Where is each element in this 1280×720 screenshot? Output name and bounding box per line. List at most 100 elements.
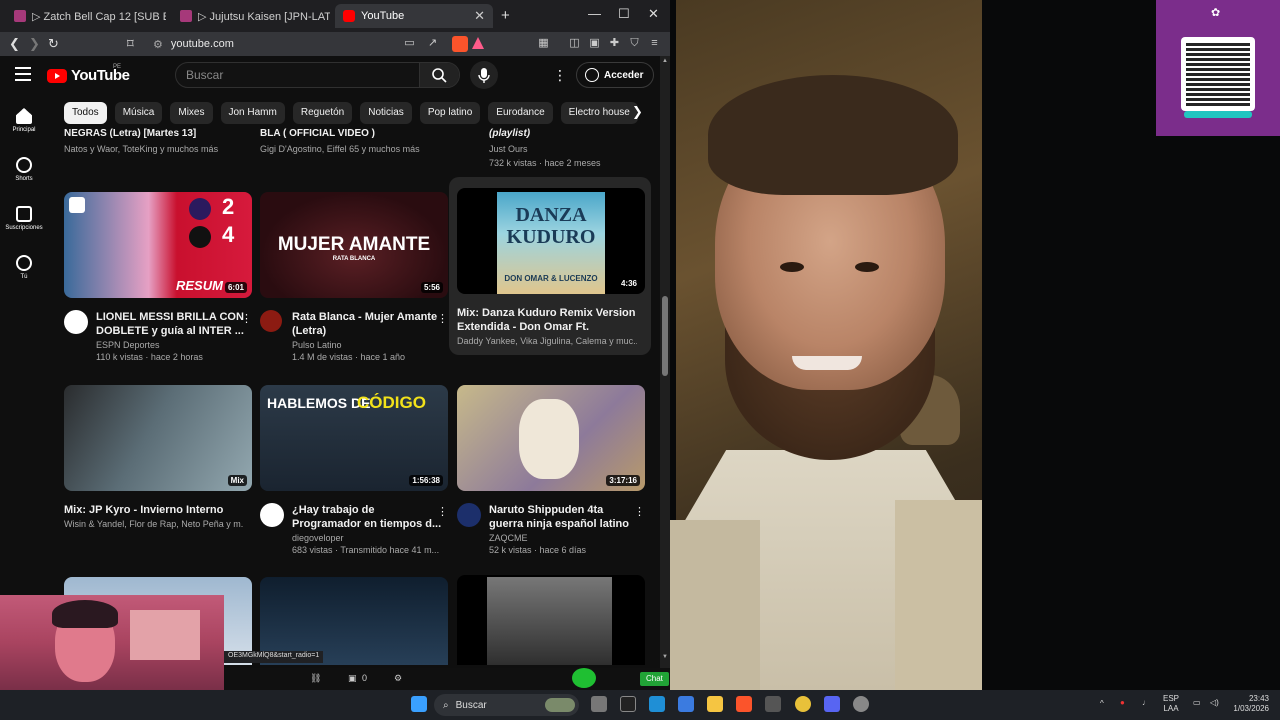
epic-games-icon[interactable] <box>620 696 636 712</box>
rail-item-shorts[interactable]: Shorts <box>0 157 48 182</box>
tray-app-icon[interactable]: ● <box>1120 698 1125 708</box>
task-view-icon[interactable] <box>591 696 607 712</box>
tab-youtube[interactable]: YouTube ✕ <box>335 4 493 28</box>
chevron-up-icon[interactable]: ^ <box>1100 699 1104 709</box>
video-channel[interactable]: Daddy Yankee, Vika Jigulina, Calema y mu… <box>457 336 637 346</box>
calculator-icon[interactable] <box>765 696 781 712</box>
video-thumbnail[interactable] <box>457 575 645 665</box>
video-channel[interactable]: Pulso Latino <box>292 340 442 350</box>
channel-avatar[interactable] <box>64 310 88 334</box>
network-icon[interactable]: ▭ <box>1193 698 1201 708</box>
sign-in-button[interactable]: Acceder <box>576 62 655 88</box>
language-indicator[interactable]: ESP LAA <box>1163 694 1179 714</box>
brave-shields-icon[interactable] <box>452 36 468 52</box>
video-thumbnail[interactable]: DANZA KUDURO DON OMAR & LUCENZO 4:36 <box>457 188 645 294</box>
settings-more-icon[interactable]: ⋮ <box>553 67 567 84</box>
forward-icon[interactable]: ❯ <box>29 36 40 52</box>
chrome-icon[interactable] <box>795 696 811 712</box>
tab-jujutsu-kaisen[interactable]: ▷ Jujutsu Kaisen [JPN-LAT-CAST][S <box>172 4 330 28</box>
chip-jon-hamm[interactable]: Jon Hamm <box>220 102 285 124</box>
gear-icon[interactable]: ⚙ <box>394 673 402 684</box>
video-thumbnail[interactable]: 2 4 RESUM 6:01 <box>64 192 252 298</box>
hamburger-menu-icon[interactable] <box>15 67 31 81</box>
chip-electro-house[interactable]: Electro house <box>560 102 638 124</box>
more-actions-icon[interactable]: ⋮ <box>241 312 252 325</box>
more-actions-icon[interactable]: ⋮ <box>437 505 448 518</box>
more-actions-icon[interactable]: ⋮ <box>634 505 645 518</box>
video-thumbnail[interactable]: HABLEMOS DE CÓDIGO 1:56:38 <box>260 385 448 491</box>
reload-icon[interactable]: ↻ <box>48 36 59 52</box>
chip-mixes[interactable]: Mixes <box>170 102 213 124</box>
clock[interactable]: 23:43 1/03/2026 <box>1227 694 1269 714</box>
share-icon[interactable]: ↗ <box>426 37 439 50</box>
file-explorer-icon[interactable] <box>707 696 723 712</box>
brave-rewards-icon[interactable] <box>472 37 484 49</box>
start-icon[interactable] <box>411 696 427 712</box>
scroll-down-icon[interactable]: ▼ <box>662 654 668 660</box>
maximize-icon[interactable]: ☐ <box>618 6 630 22</box>
channel-avatar[interactable] <box>260 503 284 527</box>
video-title[interactable]: (playlist) <box>489 128 530 139</box>
vpn-icon[interactable]: ⛉ <box>628 37 641 50</box>
video-title[interactable]: Rata Blanca - Mujer Amante (Letra) <box>292 310 442 338</box>
chip-regueton[interactable]: Reguetón <box>292 102 353 124</box>
video-title[interactable]: NEGRAS (Letra) [Martes 13] <box>64 128 196 139</box>
scrollbar-thumb[interactable] <box>662 296 668 376</box>
video-card-hovered[interactable]: DANZA KUDURO DON OMAR & LUCENZO 4:36 Mix… <box>457 188 645 346</box>
site-info-icon[interactable]: ⚙ <box>153 38 163 51</box>
video-channel[interactable]: diegoveloper <box>292 533 442 543</box>
reader-icon[interactable]: ▦ <box>537 37 550 50</box>
wallet-icon[interactable]: ▣ <box>588 37 601 50</box>
video-title[interactable]: Mix: JP Kyro - Invierno Interno <box>64 503 244 517</box>
chat-button[interactable]: Chat <box>640 672 669 686</box>
video-card[interactable]: 3:17:16 Naruto Shippuden 4ta guerra ninj… <box>457 385 645 555</box>
search-button[interactable] <box>419 63 459 87</box>
video-title[interactable]: Mix: Danza Kuduro Remix Version Extendid… <box>457 306 637 334</box>
video-thumbnail[interactable]: MUJER AMANTE RATA BLANCA 5:56 <box>260 192 448 298</box>
video-card[interactable]: 2 4 RESUM 6:01 LIONEL MESSI BRILLA CON D… <box>64 192 252 362</box>
scroll-up-icon[interactable]: ▲ <box>662 58 668 64</box>
rail-item-home[interactable]: Principal <box>0 108 48 133</box>
microphone-tray-icon[interactable]: ♩ <box>1142 698 1150 708</box>
volume-icon[interactable]: ◁) <box>1210 698 1219 708</box>
tab-zatch-bell[interactable]: ▷ Zatch Bell Cap 12 [SUB ESPAÑOL] <box>6 4 166 28</box>
channel-avatar[interactable] <box>260 310 282 332</box>
video-channel[interactable]: Wisin & Yandel, Flor de Rap, Neto Peña y… <box>64 519 244 529</box>
extensions-icon[interactable]: ✚ <box>608 37 621 50</box>
voice-search-button[interactable] <box>470 61 498 89</box>
video-card[interactable]: MUJER AMANTE RATA BLANCA 5:56 Rata Blanc… <box>260 192 448 362</box>
chip-todos[interactable]: Todos <box>64 102 107 124</box>
chip-pop-latino[interactable]: Pop latino <box>419 102 481 124</box>
chip-eurodance[interactable]: Eurodance <box>488 102 553 124</box>
close-window-icon[interactable]: ✕ <box>648 6 659 22</box>
more-actions-icon[interactable]: ⋮ <box>437 312 448 325</box>
scrollbar[interactable]: ▲ ▼ <box>660 56 670 668</box>
youtube-logo[interactable]: YouTube PE <box>47 64 130 84</box>
edge-icon[interactable] <box>649 696 665 712</box>
bookmark-icon[interactable]: ⌑ <box>127 36 134 52</box>
brave-icon[interactable] <box>736 696 752 712</box>
install-app-icon[interactable]: ▭ <box>403 37 416 50</box>
video-channel[interactable]: ZAQCME <box>489 533 639 543</box>
video-card[interactable] <box>457 575 645 665</box>
chevron-right-icon[interactable]: ❯ <box>632 104 643 120</box>
video-title[interactable]: LIONEL MESSI BRILLA CON DOBLETE y guía a… <box>96 310 246 338</box>
minimize-icon[interactable]: — <box>588 6 601 21</box>
chip-noticias[interactable]: Noticias <box>360 102 412 124</box>
link-icon[interactable]: ⛓ <box>310 673 321 684</box>
video-title[interactable]: ¿Hay trabajo de Programador en tiempos d… <box>292 503 442 531</box>
video-channel[interactable]: ESPN Deportes <box>96 340 246 350</box>
back-icon[interactable]: ❮ <box>9 36 20 52</box>
discord-icon[interactable] <box>824 696 840 712</box>
search-input[interactable] <box>176 63 420 87</box>
new-tab-icon[interactable]: + <box>501 7 510 24</box>
menu-icon[interactable]: ≡ <box>648 37 661 50</box>
video-thumbnail[interactable]: Mix <box>64 385 252 491</box>
rail-item-you[interactable]: Tú <box>0 255 48 280</box>
video-title[interactable]: BLA ( OFFICIAL VIDEO ) <box>260 128 375 139</box>
video-card[interactable]: HABLEMOS DE CÓDIGO 1:56:38 ¿Hay trabajo … <box>260 385 448 555</box>
sidebar-icon[interactable]: ◫ <box>568 37 581 50</box>
chip-musica[interactable]: Música <box>114 102 163 124</box>
close-tab-icon[interactable]: ✕ <box>474 8 485 24</box>
spotify-icon[interactable] <box>572 668 596 688</box>
